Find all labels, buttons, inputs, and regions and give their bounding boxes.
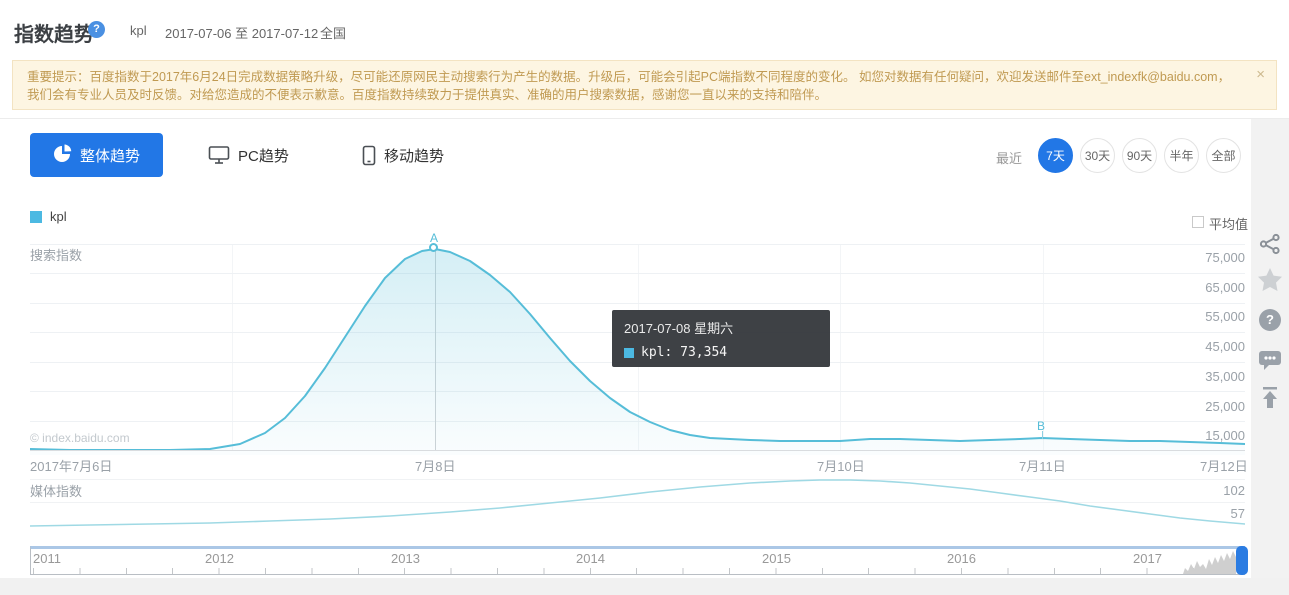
date-range-label: 2017-07-06 至 2017-07-12 <box>165 26 319 41</box>
tab-overall-trend[interactable]: 整体趋势 <box>30 133 163 177</box>
x-axis-tick: 7月10日 <box>817 459 865 474</box>
x-axis-line <box>30 450 1245 451</box>
average-checkbox[interactable] <box>1192 216 1204 228</box>
keyword-label: kpl <box>130 23 147 38</box>
x-axis-tick: 7月8日 <box>415 459 456 474</box>
x-axis-tick: 2017年7月6日 <box>30 459 113 474</box>
mobile-phone-icon <box>362 145 376 166</box>
notice-banner: 重要提示：百度指数于2017年6月24日完成数据策略升级，尽可能还原网民主动搜索… <box>12 60 1277 110</box>
header-divider <box>0 118 1289 119</box>
marker-a-label: A <box>430 231 439 245</box>
timeline-year: 2015 <box>762 551 791 566</box>
back-to-top-icon[interactable] <box>1256 384 1284 412</box>
media-index-line-chart[interactable] <box>30 477 1245 535</box>
tab-pc-trend[interactable]: PC趋势 <box>208 133 289 177</box>
notice-close-icon[interactable]: × <box>1256 67 1265 82</box>
x-axis-tick: 7月12日 <box>1200 459 1248 474</box>
media-series-line <box>30 479 1245 527</box>
series-legend-label: kpl <box>50 209 67 224</box>
share-icon[interactable] <box>1256 230 1284 258</box>
baidu-index-page: 指数趋势 ? kpl 2017-07-06 至 2017-07-12 全国 重要… <box>0 0 1289 595</box>
series-color-swatch <box>30 211 42 223</box>
bottom-strip <box>0 578 1289 595</box>
favorite-star-icon[interactable] <box>1256 266 1284 294</box>
range-button-90d[interactable]: 90天 <box>1122 138 1157 173</box>
region-label: 全国 <box>320 26 347 41</box>
tab-overall-label: 整体趋势 <box>79 147 140 165</box>
timeline-year: 2011 <box>33 551 61 566</box>
average-checkbox-label: 平均值 <box>1209 217 1249 232</box>
tab-mobile-label: 移动趋势 <box>384 147 445 165</box>
pie-chart-icon <box>53 144 72 167</box>
timeline-drag-handle[interactable] <box>1236 546 1248 575</box>
help-icon[interactable]: ? <box>1256 306 1284 334</box>
watermark: © index.baidu.com <box>30 431 130 445</box>
range-button-30d[interactable]: 30天 <box>1080 138 1115 173</box>
timeline-year: 2012 <box>205 551 234 566</box>
marker-b-label: B <box>1037 419 1046 433</box>
tooltip-date: 2017-07-08 星期六 <box>624 321 734 336</box>
timeline-year: 2016 <box>947 551 976 566</box>
notice-text: 重要提示：百度指数于2017年6月24日完成数据策略升级，尽可能还原网民主动搜索… <box>27 70 1231 102</box>
title-help-icon[interactable]: ? <box>88 21 105 38</box>
tab-mobile-trend[interactable]: 移动趋势 <box>362 133 444 177</box>
range-button-all[interactable]: 全部 <box>1206 138 1241 173</box>
chart-tooltip: 2017-07-08 星期六 kpl: 73,354 <box>612 310 830 367</box>
tab-pc-label: PC趋势 <box>238 147 289 165</box>
tooltip-value: kpl: 73,354 <box>641 345 728 360</box>
monitor-icon <box>208 145 230 165</box>
help-icon-glyph: ? <box>1259 309 1281 331</box>
x-axis-tick: 7月11日 <box>1019 459 1066 474</box>
timeline-year: 2013 <box>391 551 420 566</box>
range-selector-label: 最近 <box>996 151 1023 166</box>
timeline-mini-chart <box>1183 551 1236 574</box>
timeline-year: 2014 <box>576 551 605 566</box>
range-button-half-year[interactable]: 半年 <box>1164 138 1199 173</box>
tooltip-series-swatch <box>624 347 634 358</box>
timeline-ticks <box>31 568 1244 574</box>
page-title: 指数趋势 <box>14 24 94 46</box>
feedback-icon[interactable] <box>1256 346 1284 374</box>
timeline-year: 2017 <box>1133 551 1162 566</box>
range-button-7d[interactable]: 7天 <box>1038 138 1073 173</box>
